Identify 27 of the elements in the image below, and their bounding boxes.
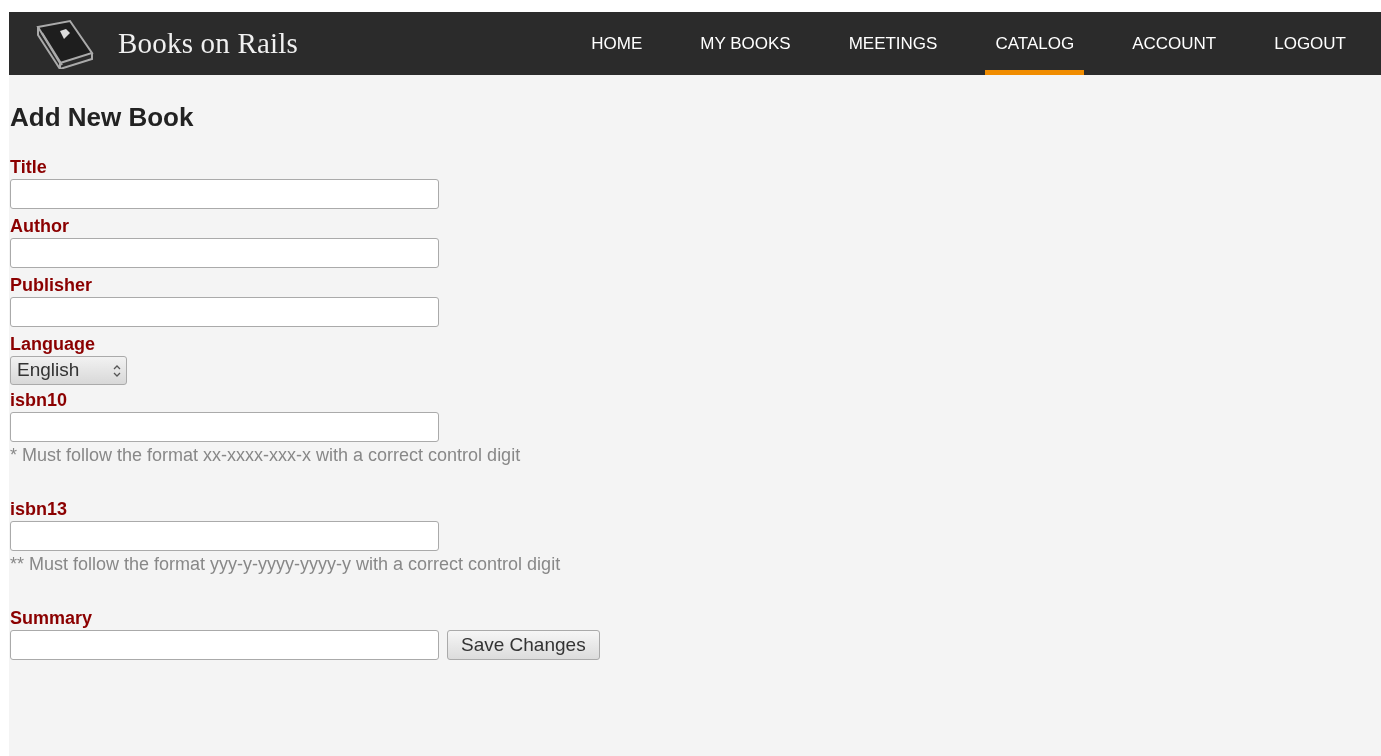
input-field[interactable]	[10, 412, 439, 442]
field-label: isbn13	[10, 498, 69, 520]
input-field[interactable]	[10, 179, 439, 209]
language-select[interactable]: English	[10, 356, 127, 385]
page-heading: Add New Book	[10, 101, 195, 134]
nav-link[interactable]: LOGOUT	[1264, 12, 1356, 75]
spinner-arrows-icon	[113, 364, 121, 377]
nav-link[interactable]: ACCOUNT	[1122, 12, 1227, 75]
field-label: Author	[10, 215, 70, 237]
brand-title: Books on Rails	[118, 25, 299, 61]
nav-link[interactable]: MY BOOKS	[690, 12, 801, 75]
field-label: Language	[10, 333, 96, 355]
input-field[interactable]	[10, 630, 439, 660]
field-label: Summary	[10, 607, 94, 629]
field-label: isbn10	[10, 389, 69, 411]
nav-link[interactable]: MEETINGS	[838, 12, 948, 75]
nav-link[interactable]: CATALOG	[985, 12, 1085, 75]
input-field[interactable]	[10, 297, 439, 327]
field-label: Publisher	[10, 274, 94, 296]
input-field[interactable]	[10, 238, 439, 268]
format-hint: * Must follow the format xx-xxxx-xxx-x with a correct control digit	[10, 444, 522, 467]
input-field[interactable]	[10, 521, 439, 551]
book-icon	[34, 18, 96, 69]
nav-link[interactable]: HOME	[581, 12, 653, 75]
field-label: Title	[10, 156, 48, 178]
format-hint: ** Must follow the format yyy-y-yyyy-yyyy-y with a correct control digit	[10, 553, 562, 576]
save-changes-button[interactable]: Save Changes	[447, 630, 600, 660]
